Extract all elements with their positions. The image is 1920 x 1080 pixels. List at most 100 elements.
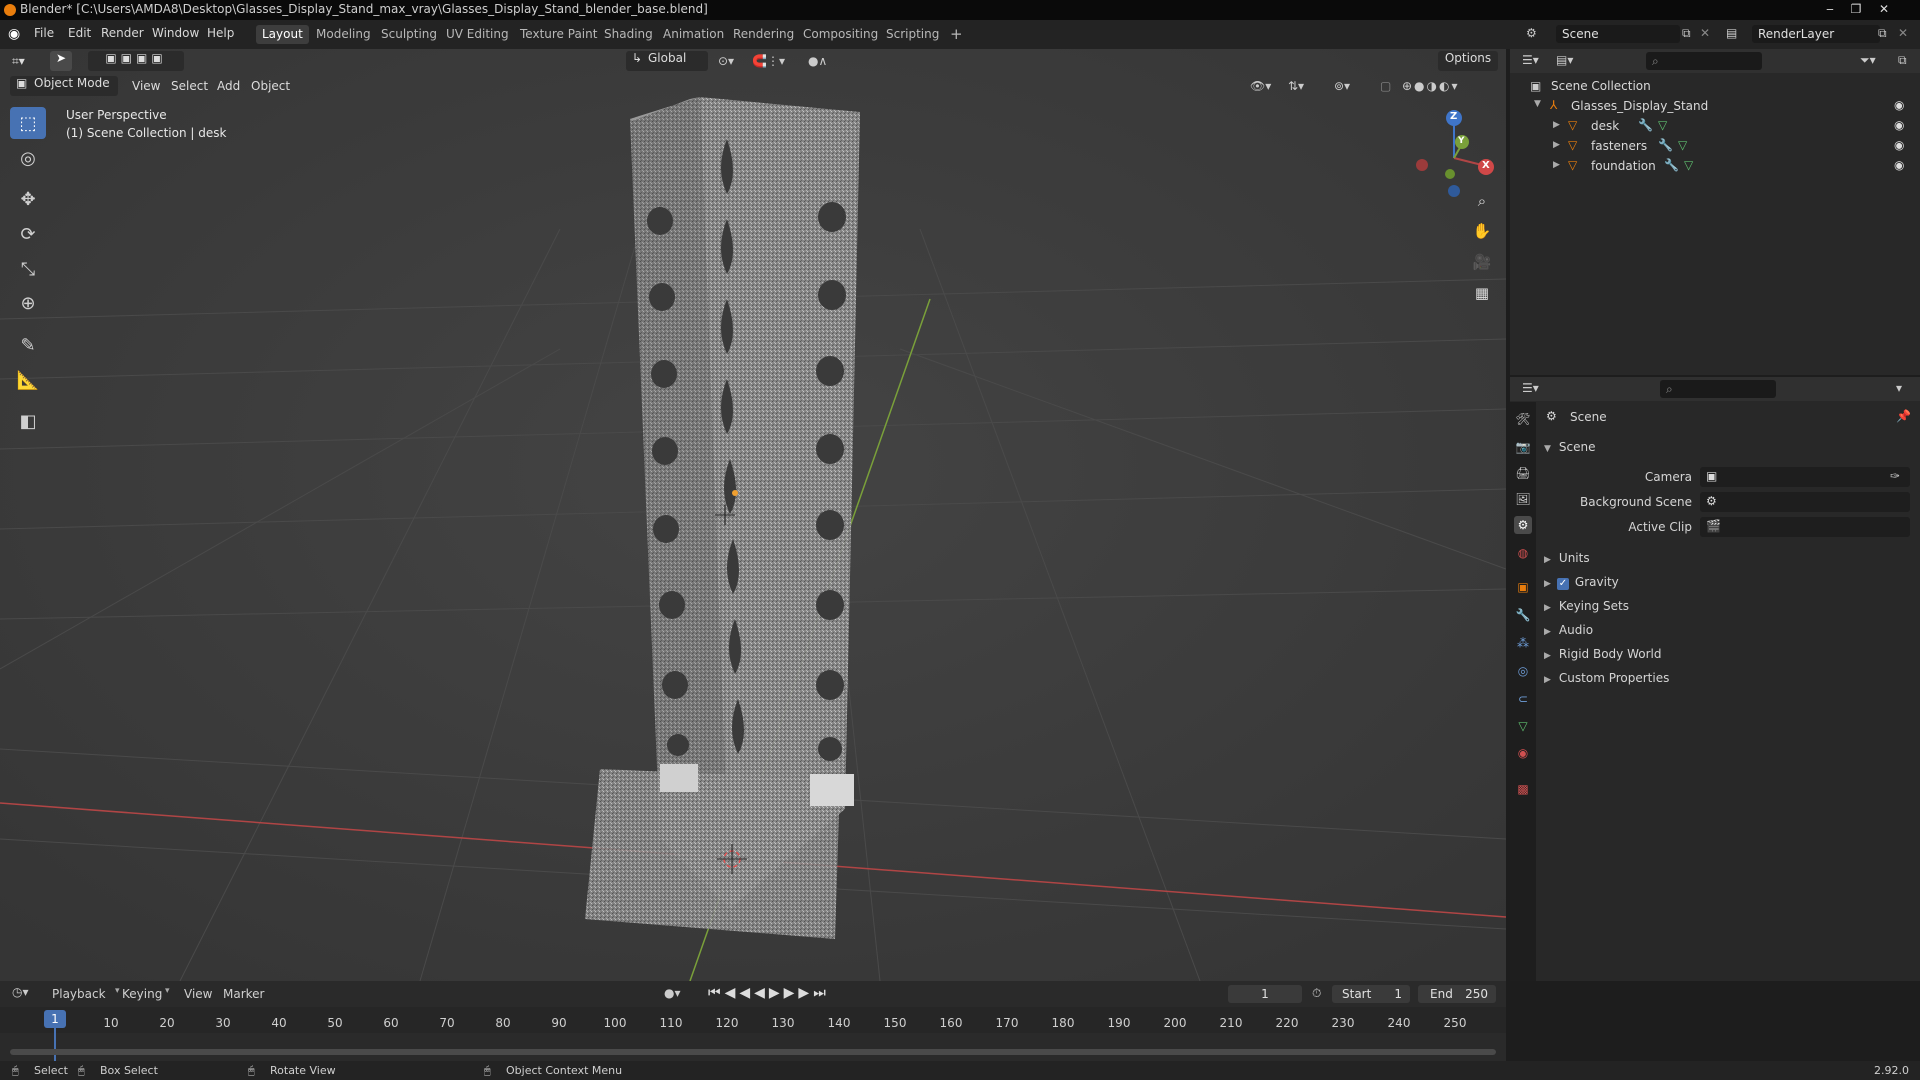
shading-mode-icons[interactable]: ⊕●◑◐▾ — [1402, 76, 1460, 96]
transform-orientation-dropdown[interactable]: ↳ Global — [626, 51, 708, 71]
outliner-search-input[interactable]: ⌕ — [1646, 52, 1762, 70]
gizmo-toggle-icon[interactable]: ⇅▾ — [1288, 76, 1304, 96]
tab-scripting[interactable]: Scripting — [880, 25, 945, 44]
timeline-editor-icon[interactable]: ◷▾ — [12, 985, 29, 999]
gravity-section[interactable]: ▶ ✓ Gravity — [1544, 575, 1619, 590]
cursor-tool-icon[interactable]: ◎ — [10, 142, 46, 174]
gravity-checkbox[interactable]: ✓ — [1556, 578, 1569, 590]
properties-editor-icon[interactable]: ☰▾ — [1522, 381, 1539, 395]
keying-sets-section[interactable]: ▶ Keying Sets — [1544, 599, 1629, 613]
outliner-row-glasses-display-stand[interactable]: ▼ ⅄ Glasses_Display_Stand ◉ — [1510, 96, 1920, 116]
tab-shading[interactable]: Shading — [598, 25, 659, 44]
visibility-eye-icon[interactable]: ◉ — [1894, 138, 1908, 152]
selection-mode-buttons[interactable]: ▣▣▣▣ — [88, 51, 184, 71]
outliner-row-fasteners[interactable]: ▶ ▽ fasteners 🔧 ▽ ◉ — [1510, 136, 1920, 156]
current-frame-field[interactable]: 1 — [1228, 985, 1302, 1003]
remove-scene-icon[interactable]: ✕ — [1700, 26, 1710, 40]
units-section[interactable]: ▶ Units — [1544, 551, 1590, 565]
texture-tab-icon[interactable]: ▩ — [1514, 780, 1532, 798]
end-frame-field[interactable]: End 250 — [1418, 985, 1496, 1003]
active-clip-field[interactable]: 🎬 — [1700, 517, 1910, 537]
pivot-icon[interactable]: ⊙▾ — [718, 51, 734, 71]
modifier-wrench-icon[interactable]: 🔧 — [1638, 118, 1653, 132]
visibility-eye-icon[interactable]: ◉ — [1894, 158, 1908, 172]
tab-texture-paint[interactable]: Texture Paint — [514, 25, 603, 44]
rigid-body-world-section[interactable]: ▶ Rigid Body World — [1544, 647, 1661, 661]
tool-tab-icon[interactable]: 🛠 — [1514, 410, 1532, 428]
material-tab-icon[interactable]: ◉ — [1514, 744, 1532, 762]
outliner-row-desk[interactable]: ▶ ▽ desk 🔧 ▽ ◉ — [1510, 116, 1920, 136]
tab-sculpting[interactable]: Sculpting — [375, 25, 443, 44]
select-box-tool-icon[interactable]: ⬚ — [10, 107, 46, 139]
add-workspace-button[interactable]: + — [944, 25, 969, 44]
scene-tab-icon[interactable]: ⚙ — [1514, 516, 1532, 534]
timeline-menu-view[interactable]: View — [184, 987, 212, 1001]
rotate-tool-icon[interactable]: ⟳ — [10, 218, 46, 250]
menu-render[interactable]: Render — [101, 26, 144, 40]
3d-viewport[interactable]: User Perspective (1) Scene Collection | … — [0, 49, 1506, 981]
mesh-data-icon[interactable]: ▽ — [1658, 118, 1667, 132]
custom-properties-section[interactable]: ▶ Custom Properties — [1544, 671, 1669, 685]
new-view-layer-icon[interactable]: ⧉ — [1878, 26, 1887, 41]
tab-rendering[interactable]: Rendering — [727, 25, 800, 44]
menu-window[interactable]: Window — [152, 26, 199, 40]
pin-icon[interactable]: 📌 — [1896, 409, 1911, 423]
playhead-frame-indicator[interactable]: 1 — [44, 1010, 66, 1028]
annotate-tool-icon[interactable]: ✎ — [10, 329, 46, 361]
viewport-menu-view[interactable]: View — [132, 76, 160, 96]
menu-help[interactable]: Help — [207, 26, 234, 40]
world-tab-icon[interactable]: ◍ — [1514, 544, 1532, 562]
visibility-eye-icon[interactable]: ◉ — [1894, 98, 1908, 112]
options-dropdown[interactable]: Options — [1438, 51, 1498, 71]
tab-uv-editing[interactable]: UV Editing — [440, 25, 515, 44]
zoom-icon[interactable]: ⌕ — [1468, 187, 1496, 215]
viewport-canvas[interactable] — [0, 49, 1506, 981]
viewport-menu-object[interactable]: Object — [251, 76, 290, 96]
outliner-row-scene-collection[interactable]: ▣ Scene Collection — [1510, 76, 1920, 96]
physics-tab-icon[interactable]: ◎ — [1514, 662, 1532, 680]
outliner-row-foundation[interactable]: ▶ ▽ foundation 🔧 ▽ ◉ — [1510, 156, 1920, 176]
scale-tool-icon[interactable]: ⤡ — [10, 253, 46, 285]
tab-layout[interactable]: Layout — [256, 25, 309, 44]
select-mode-icon[interactable]: ➤ — [50, 51, 72, 71]
transform-tool-icon[interactable]: ⊕ — [10, 287, 46, 319]
pan-hand-icon[interactable]: ✋ — [1468, 217, 1496, 245]
timeline-scrollbar[interactable] — [10, 1049, 1496, 1055]
playback-controls[interactable]: ⏮◀◀◀▶▶▶⏭ — [708, 985, 830, 1001]
mesh-data-icon[interactable]: ▽ — [1684, 158, 1693, 172]
scene-panel-header[interactable]: ▼ Scene — [1544, 440, 1596, 454]
properties-search-input[interactable]: ⌕ — [1660, 380, 1776, 398]
menu-edit[interactable]: Edit — [68, 26, 91, 40]
stopwatch-icon[interactable]: ⏱ — [1312, 986, 1321, 1001]
measure-tool-icon[interactable]: 📐 — [10, 364, 46, 396]
view-layer-tab-icon[interactable]: 🖼 — [1514, 490, 1532, 508]
tab-compositing[interactable]: Compositing — [797, 25, 884, 44]
expand-right-icon[interactable]: ▶ — [1553, 120, 1560, 130]
filter-icon[interactable]: ⏷▾ — [1860, 53, 1876, 68]
expand-right-icon[interactable]: ▶ — [1553, 140, 1560, 150]
render-tab-icon[interactable]: 📷 — [1514, 438, 1532, 456]
move-tool-icon[interactable]: ✥ — [10, 183, 46, 215]
visibility-eye-icon[interactable]: ◉ — [1894, 118, 1908, 132]
expand-down-icon[interactable]: ▼ — [1534, 99, 1541, 109]
object-tab-icon[interactable]: ▣ — [1514, 578, 1532, 596]
camera-field[interactable]: ▣ ✑ — [1700, 467, 1910, 487]
restore-icon[interactable]: ❐ — [1844, 0, 1868, 18]
start-frame-field[interactable]: Start 1 — [1332, 985, 1410, 1003]
timeline-menu-marker[interactable]: Marker — [223, 987, 264, 1001]
modifier-tab-icon[interactable]: 🔧 — [1514, 606, 1532, 624]
tab-modeling[interactable]: Modeling — [310, 25, 377, 44]
overlays-icon[interactable]: ⊚▾ — [1334, 76, 1350, 96]
new-collection-icon[interactable]: ⧉ — [1898, 53, 1907, 68]
auto-keying-icon[interactable]: ●▾ — [664, 986, 681, 1000]
scene-selector[interactable]: Scene — [1556, 25, 1680, 43]
menu-file[interactable]: File — [34, 26, 54, 40]
timeline-menu-playback[interactable]: Playback — [52, 987, 106, 1001]
display-mode-icon[interactable]: ▤▾ — [1556, 53, 1573, 67]
new-scene-icon[interactable]: ⧉ — [1682, 26, 1691, 41]
data-tab-icon[interactable]: ▽ — [1514, 717, 1532, 735]
eyedropper-icon[interactable]: ✑ — [1890, 469, 1900, 483]
expand-right-icon[interactable]: ▶ — [1553, 160, 1560, 170]
timeline-scrollbar-thumb[interactable] — [10, 1049, 1496, 1055]
snap-icon[interactable]: 🧲⋮▾ — [752, 51, 785, 71]
